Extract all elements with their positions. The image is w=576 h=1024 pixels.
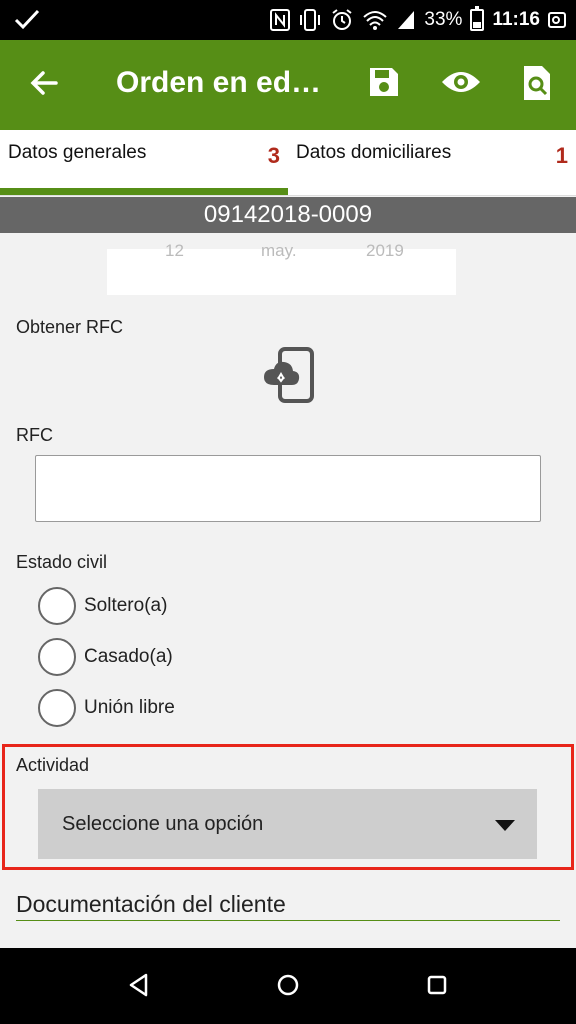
radio-circle[interactable] <box>38 638 76 676</box>
tab-label: Datos generales <box>8 142 147 163</box>
back-nav-icon[interactable] <box>126 972 152 1003</box>
wifi-icon <box>362 9 388 31</box>
battery-percent: 33% <box>424 9 463 30</box>
radio-casado[interactable]: Casado(a) <box>38 638 173 676</box>
radio-label: Casado(a) <box>84 646 173 667</box>
radio-circle[interactable] <box>38 689 76 727</box>
nav-bar <box>0 948 576 1024</box>
radio-label: Soltero(a) <box>84 595 168 616</box>
save-icon[interactable] <box>366 64 402 105</box>
date-picker[interactable]: 12 may. 2019 <box>107 241 456 295</box>
check-icon <box>14 8 40 37</box>
home-nav-icon[interactable] <box>275 972 301 1003</box>
nfc-icon <box>270 9 291 31</box>
cloud-sync-phone-icon[interactable] <box>262 347 316 408</box>
back-arrow-icon[interactable] <box>26 65 62 106</box>
alarm-icon <box>330 8 354 32</box>
clock: 11:16 <box>492 9 540 30</box>
tab-datos-domiciliares[interactable]: Datos domiciliares 1 <box>288 130 576 196</box>
signal-icon <box>396 9 416 31</box>
tab-badge: 3 <box>267 143 280 168</box>
page-title: Orden en edi… <box>116 66 326 99</box>
radio-circle[interactable] <box>38 587 76 625</box>
form-content[interactable]: 12 may. 2019 Obtener RFC RFC Estado civi… <box>0 233 576 948</box>
tab-bar: Datos generales 3 Datos domiciliares 1 <box>0 130 576 196</box>
actividad-label: Actividad <box>16 755 90 775</box>
status-bar: 33% 11:16 <box>0 0 576 40</box>
obtener-rfc-label: Obtener RFC <box>16 317 124 337</box>
estado-civil-label: Estado civil <box>16 552 108 572</box>
vibrate-icon <box>298 9 322 31</box>
recents-nav-icon[interactable] <box>424 972 450 1003</box>
battery-icon <box>470 6 485 31</box>
rfc-label: RFC <box>16 425 53 445</box>
tab-badge: 1 <box>555 143 568 168</box>
tab-label: Datos domiciliares <box>296 142 452 163</box>
documentacion-title: Documentación del cliente <box>16 891 286 917</box>
dropdown-arrow-icon <box>495 820 515 831</box>
radio-union-libre[interactable]: Unión libre <box>38 689 175 727</box>
tab-datos-generales[interactable]: Datos generales 3 <box>0 130 288 196</box>
app-bar: Orden en edi… <box>0 40 576 130</box>
radio-label: Unión libre <box>84 697 175 718</box>
date-day: 12 <box>165 241 184 260</box>
search-document-icon[interactable] <box>520 64 554 107</box>
radio-soltero[interactable]: Soltero(a) <box>38 587 167 625</box>
rfc-input[interactable] <box>35 455 541 522</box>
view-icon[interactable] <box>440 64 482 105</box>
date-month: may. <box>261 241 297 260</box>
date-year: 2019 <box>366 241 404 260</box>
pm-icon <box>548 12 566 28</box>
select-value: Seleccione una opción <box>62 813 264 835</box>
section-divider <box>16 920 560 921</box>
actividad-select[interactable]: Seleccione una opción <box>38 789 537 859</box>
tab-indicator <box>0 188 288 196</box>
order-number: 09142018-0009 <box>0 197 576 233</box>
